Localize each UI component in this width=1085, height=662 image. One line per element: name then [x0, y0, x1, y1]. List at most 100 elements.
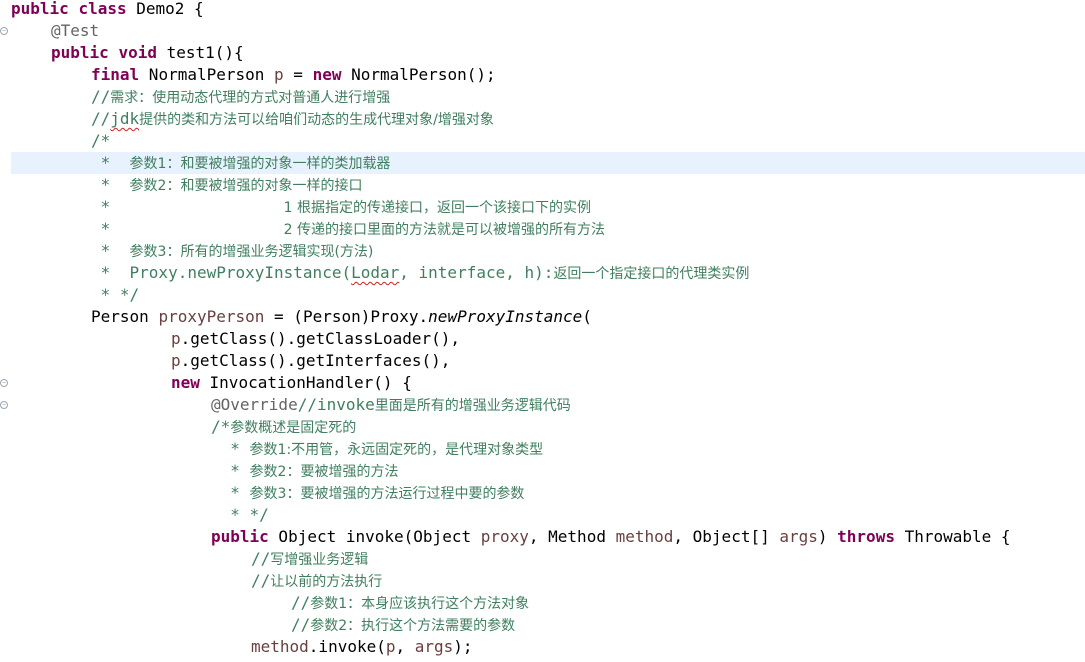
code-token: // [91, 87, 111, 106]
code-line-content: * 参数1：和要被增强的对象一样的类加载器 [11, 153, 391, 172]
code-line[interactable]: //需求：使用动态代理的方式对普通人进行增强 [11, 86, 1085, 108]
code-token: .invoke( [308, 637, 386, 656]
code-line[interactable]: public class Demo2 { [11, 0, 1085, 20]
code-token: proxy [480, 527, 529, 546]
code-line[interactable]: * 参数2：要被增强的方法 [11, 460, 1085, 482]
code-token: * [91, 241, 130, 260]
code-line[interactable]: //写增强业务逻辑 [11, 548, 1085, 570]
code-token: // [291, 593, 311, 612]
code-line[interactable]: final NormalPerson p = new NormalPerson(… [11, 64, 1085, 86]
code-line-content: p.getClass().getClassLoader(), [11, 329, 460, 348]
code-line[interactable]: @Override//invoke里面是所有的增强业务逻辑代码 [11, 394, 1085, 416]
current-code-line[interactable]: * 参数1：和要被增强的对象一样的类加载器 [11, 152, 1085, 174]
code-token: 参数1:不用管，永远固定死的，是代理对象类型 [249, 442, 544, 458]
code-token: void [118, 43, 157, 62]
code-line[interactable]: * Proxy.newProxyInstance(Lodar, interfac… [11, 262, 1085, 284]
code-token: * */ [211, 505, 269, 524]
code-line[interactable]: * 参数2：和要被增强的对象一样的接口 [11, 174, 1085, 196]
code-line[interactable]: p.getClass().getInterfaces(), [11, 350, 1085, 372]
code-token: 参数2：执行这个方法需要的参数 [310, 618, 516, 634]
code-token: 里面是所有的增强业务逻辑代码 [374, 398, 571, 414]
code-token: 1 根据指定的传递接口，返回一个该接口下的实例 [283, 200, 592, 216]
code-token: , interface, h): [399, 263, 554, 282]
code-line[interactable]: //参数1：本身应该执行这个方法对象 [11, 592, 1085, 614]
code-line[interactable]: * 参数3：所有的增强业务逻辑实现(方法) [11, 240, 1085, 262]
code-token: p [385, 637, 396, 656]
code-token: Lodar [351, 263, 400, 282]
code-line[interactable]: @Test [11, 20, 1085, 42]
code-token: ); [453, 637, 473, 656]
code-line[interactable]: /* [11, 130, 1085, 152]
code-token: 参数1：本身应该执行这个方法对象 [310, 596, 530, 612]
code-line-content: //jdk提供的类和方法可以给咱们动态的生成代理对象/增强对象 [11, 109, 494, 128]
code-token: * [91, 153, 130, 172]
code-token: @Test [51, 21, 100, 40]
code-line-content: * 参数1:不用管，永远固定死的，是代理对象类型 [11, 439, 543, 458]
fold-toggle-icon[interactable]: − [0, 401, 8, 409]
code-token: Demo2 { [126, 0, 204, 18]
code-token: 需求：使用动态代理的方式对普通人进行增强 [110, 90, 391, 106]
fold-toggle-icon[interactable]: − [0, 379, 8, 387]
code-line[interactable]: * */ [11, 504, 1085, 526]
code-token: jdk [110, 109, 140, 128]
code-line[interactable]: public void test1(){ [11, 42, 1085, 64]
code-token: Person [91, 307, 159, 326]
code-line[interactable]: public Object invoke(Object proxy, Metho… [11, 526, 1085, 548]
code-token: * [91, 197, 284, 216]
code-token: class [78, 0, 127, 18]
code-token: // [91, 109, 111, 128]
code-line[interactable]: * 参数3：要被增强的方法运行过程中要的参数 [11, 482, 1085, 504]
code-line[interactable]: method.invoke(p, args); [11, 636, 1085, 658]
code-token: NormalPerson [139, 65, 275, 84]
code-token: 参数3：要被增强的方法运行过程中要的参数 [249, 486, 525, 502]
code-token: test1(){ [156, 43, 244, 62]
code-token: 让以前的方法执行 [270, 574, 383, 590]
code-line[interactable]: * */ [11, 284, 1085, 306]
code-line[interactable]: /*参数概述是固定死的 [11, 416, 1085, 438]
code-token: public [51, 43, 109, 62]
code-line-content: * */ [11, 505, 269, 524]
code-token: 参数概述是固定死的 [230, 420, 357, 436]
code-token: .getClass().getInterfaces(), [180, 351, 451, 370]
code-token: //invoke [297, 395, 375, 414]
code-editor[interactable]: public class Demo2 {− @Test public void te… [0, 0, 1085, 662]
fold-toggle-icon[interactable]: − [0, 27, 8, 35]
code-line[interactable]: * 参数1:不用管，永远固定死的，是代理对象类型 [11, 438, 1085, 460]
code-line-content: * 参数3：要被增强的方法运行过程中要的参数 [11, 483, 524, 502]
code-line[interactable]: //参数2：执行这个方法需要的参数 [11, 614, 1085, 636]
code-token: * Proxy.newProxyInstance( [91, 263, 352, 282]
code-token: p [274, 65, 284, 84]
code-token: = (Person)Proxy. [264, 307, 429, 326]
code-token: 返回一个指定接口的代理类实例 [553, 266, 750, 282]
code-token: newProxyInstance [428, 307, 583, 326]
code-token: public [11, 0, 69, 18]
code-line-content: final NormalPerson p = new NormalPerson(… [11, 65, 496, 84]
code-line[interactable]: //jdk提供的类和方法可以给咱们动态的生成代理对象/增强对象 [11, 108, 1085, 130]
code-token: 参数3：所有的增强业务逻辑实现(方法) [129, 244, 374, 260]
code-line-content: public Object invoke(Object proxy, Metho… [11, 527, 1011, 546]
code-line-content: //让以前的方法执行 [11, 571, 382, 590]
code-line[interactable]: p.getClass().getClassLoader(), [11, 328, 1085, 350]
code-line[interactable]: new InvocationHandler() { [11, 372, 1085, 394]
code-line-content: * 参数3：所有的增强业务逻辑实现(方法) [11, 241, 374, 260]
code-token: Throwable { [894, 527, 1011, 546]
code-line-content: @Override//invoke里面是所有的增强业务逻辑代码 [11, 395, 571, 414]
code-token: InvocationHandler() { [199, 373, 412, 392]
code-token: * [211, 439, 250, 458]
code-line[interactable]: //让以前的方法执行 [11, 570, 1085, 592]
code-token: Object invoke(Object [268, 527, 481, 546]
code-token: * */ [91, 285, 140, 304]
code-token: NormalPerson(); [341, 65, 496, 84]
code-line-content: public void test1(){ [11, 43, 244, 62]
code-token: .getClass().getClassLoader(), [180, 329, 460, 348]
code-line-content: //需求：使用动态代理的方式对普通人进行增强 [11, 87, 390, 106]
code-line[interactable]: * 1 根据指定的传递接口，返回一个该接口下的实例 [11, 196, 1085, 218]
code-line[interactable]: Person proxyPerson = (Person)Proxy.newPr… [11, 306, 1085, 328]
code-token: // [251, 549, 271, 568]
code-token: 参数2：和要被增强的对象一样的接口 [129, 178, 363, 194]
code-token: 写增强业务逻辑 [270, 552, 369, 568]
code-line[interactable]: * 2 传递的接口里面的方法就是可以被增强的所有方法 [11, 218, 1085, 240]
code-token: ( [582, 307, 592, 326]
